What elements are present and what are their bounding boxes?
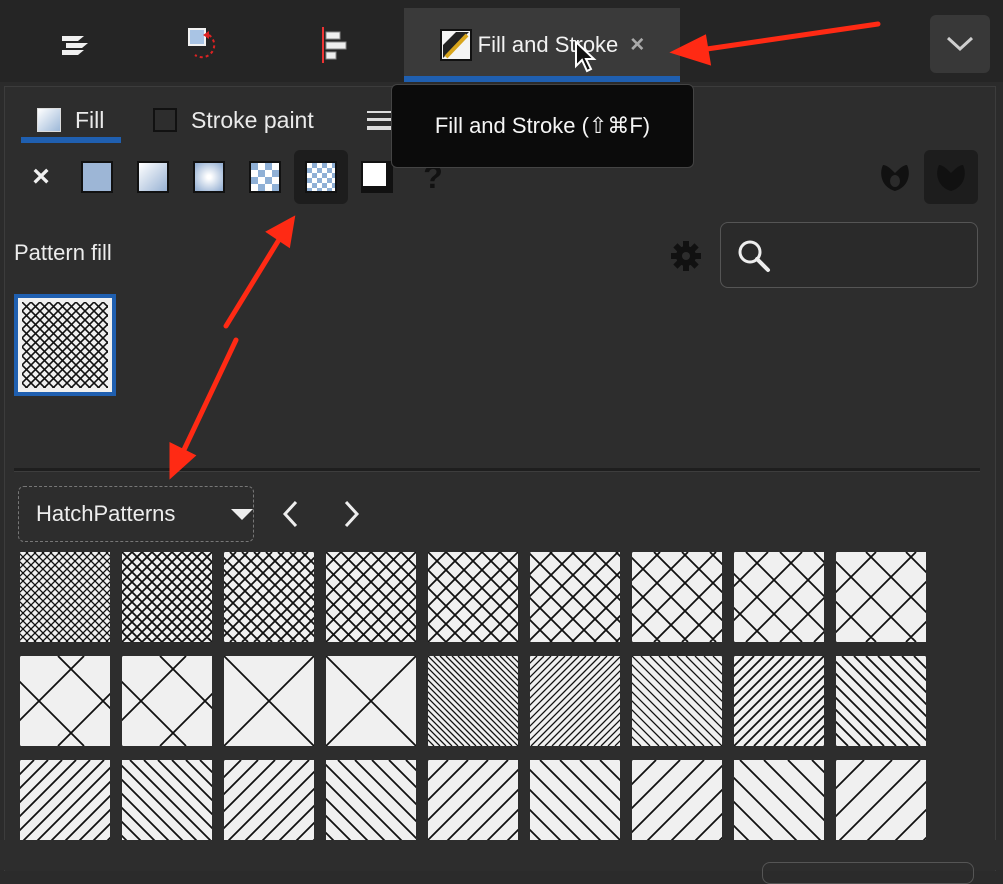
pattern-swatch[interactable] [337,759,689,851]
gear-icon[interactable] [668,238,704,274]
pattern-search-field[interactable] [720,222,978,288]
pattern-swatch[interactable] [337,551,699,643]
fill-stroke-icon [439,29,472,61]
swatch-icon [361,161,393,193]
pattern-swatch[interactable] [745,551,1003,643]
tab-objects[interactable] [20,8,130,82]
pattern-swatch[interactable] [31,655,379,747]
radial-gradient-icon [193,161,225,193]
fill-rule-nonzero-icon [937,165,965,191]
previous-collection-button[interactable] [270,492,310,536]
pattern-swatch[interactable] [643,655,1003,747]
fill-rule-evenodd-button[interactable] [868,150,922,204]
pattern-swatch[interactable] [541,759,897,851]
subtab-stroke-paint-label: Stroke paint [191,106,314,133]
current-pattern-preview[interactable] [14,294,116,396]
pattern-swatch[interactable] [133,551,489,643]
fill-rule-evenodd-icon [881,165,909,191]
active-tab-indicator [404,76,680,82]
pattern-swatch[interactable] [439,551,795,643]
chevron-left-icon [282,500,298,528]
flat-color-button[interactable] [70,150,124,204]
fill-swatch-icon [37,108,61,132]
pattern-swatch[interactable] [31,551,393,643]
pattern-swatch[interactable] [0,655,277,747]
pattern-grid [0,551,1003,851]
pattern-swatch[interactable] [133,759,480,851]
pattern-swatch[interactable] [643,551,973,643]
subtab-stroke-paint[interactable]: Stroke paint [153,95,314,145]
dock-tab-bar: Fill and Stroke × [0,0,1003,82]
tab-align[interactable] [276,8,386,82]
mesh-gradient-button[interactable] [238,150,292,204]
pattern-swatch[interactable] [745,759,1003,851]
pattern-swatch[interactable] [0,759,287,851]
search-input[interactable] [785,235,969,277]
pattern-swatch[interactable] [541,655,903,747]
collection-selected-value: HatchPatterns [36,501,176,526]
pattern-collection-dropdown[interactable]: HatchPatterns [18,486,254,542]
caret-down-icon [231,509,253,520]
no-paint-button[interactable]: × [14,150,68,204]
pattern-button[interactable] [294,150,348,204]
transform-icon [188,28,216,59]
chevron-right-icon [344,500,360,528]
section-divider [14,468,980,472]
bottom-button[interactable] [762,862,974,884]
dock-menu-button[interactable] [930,15,990,73]
layers-icon [62,36,88,55]
active-subtab-indicator [21,137,121,143]
flat-color-icon [81,161,113,193]
pattern-swatch[interactable] [337,655,699,747]
stroke-paint-icon [153,108,177,132]
close-icon[interactable]: × [630,31,644,59]
chevron-down-icon [946,36,974,52]
pattern-swatch[interactable] [643,759,999,851]
search-icon [738,240,770,272]
tab-transform[interactable] [148,8,258,82]
pattern-swatch[interactable] [0,551,285,643]
linear-gradient-icon [137,161,169,193]
pattern-swatch[interactable] [235,759,582,851]
next-collection-button[interactable] [332,492,372,536]
pattern-swatch[interactable] [31,759,389,851]
pattern-swatch[interactable] [745,655,1003,747]
pattern-swatch[interactable] [439,655,797,747]
pattern-swatch[interactable] [541,551,885,643]
pattern-swatch[interactable] [235,655,597,747]
pattern-fill-label: Pattern fill [14,240,112,265]
linear-gradient-button[interactable] [126,150,180,204]
pattern-swatch[interactable] [439,759,791,851]
mouse-cursor-icon [575,40,597,73]
pattern-swatch[interactable] [133,655,495,747]
pattern-icon [305,161,337,193]
tab-fill-and-stroke[interactable]: Fill and Stroke × [404,8,680,82]
no-paint-icon: × [32,160,50,193]
subtab-fill-label: Fill [75,106,105,133]
tooltip: Fill and Stroke (⇧⌘F) [391,84,694,168]
mesh-gradient-icon [249,161,281,193]
pattern-swatch[interactable] [235,551,597,643]
align-icon [322,27,347,63]
radial-gradient-button[interactable] [182,150,236,204]
fill-rule-nonzero-button[interactable] [924,150,978,204]
tooltip-text: Fill and Stroke (⇧⌘F) [434,113,651,138]
current-pattern-swatch [22,302,108,388]
